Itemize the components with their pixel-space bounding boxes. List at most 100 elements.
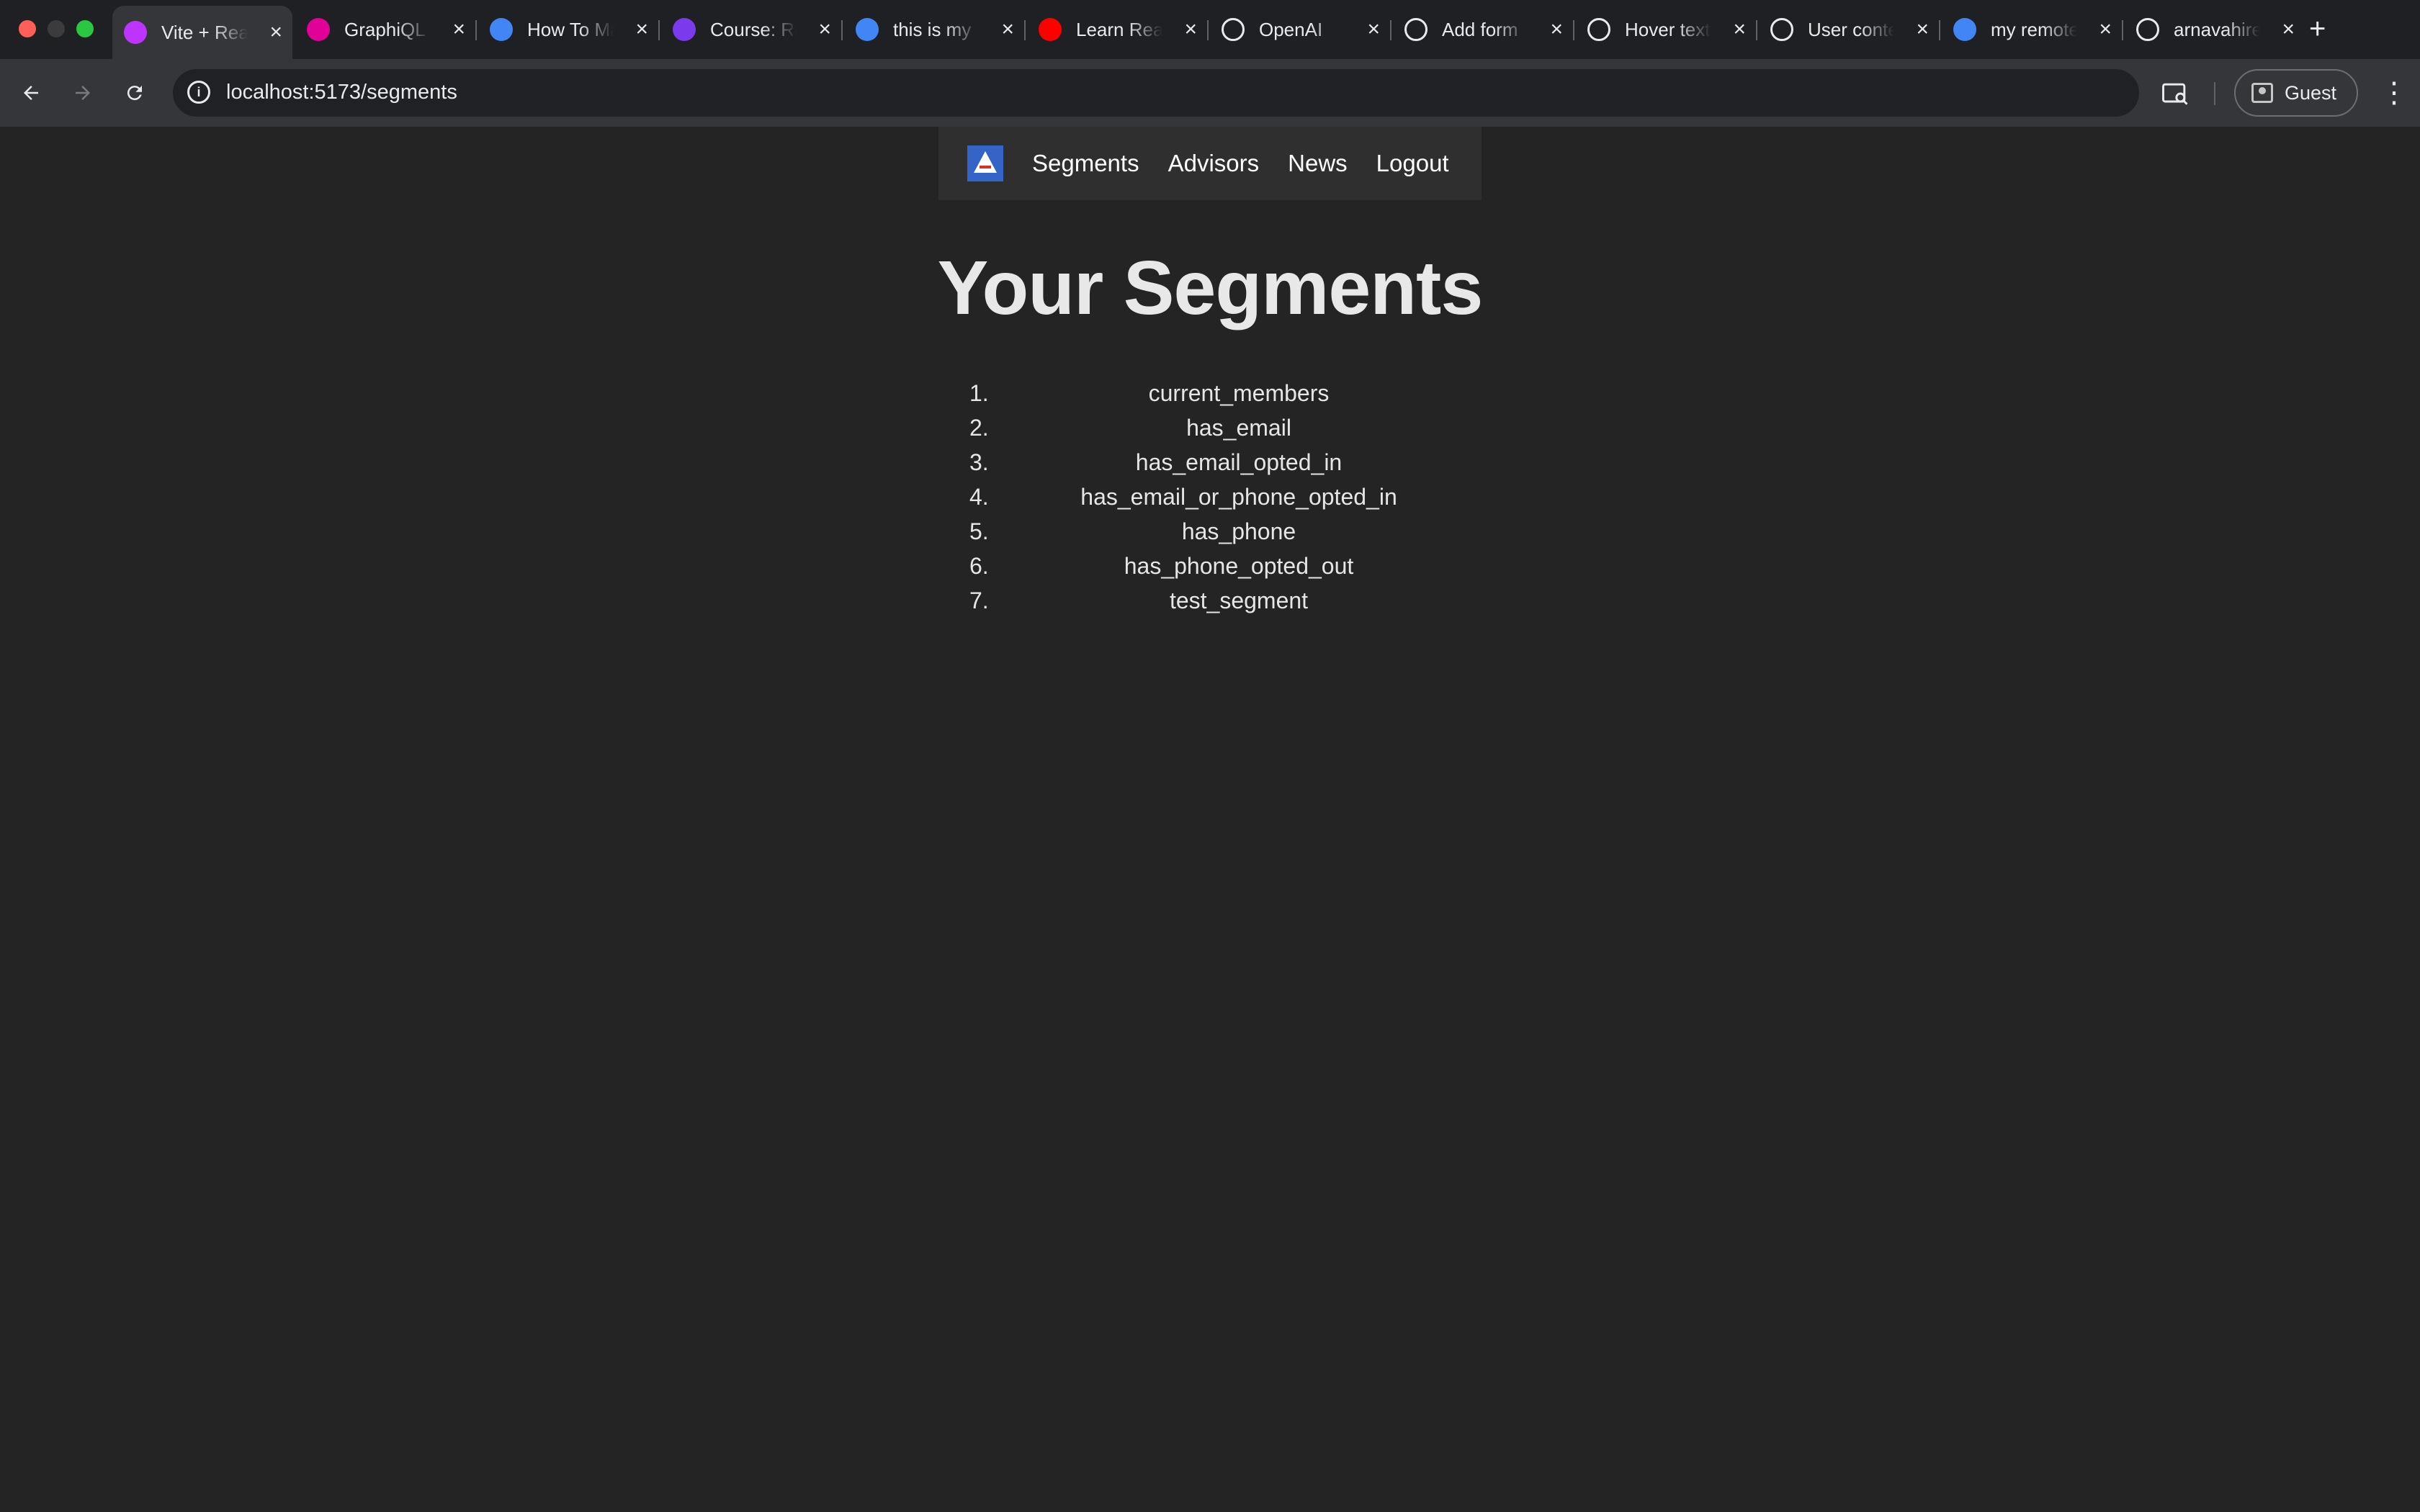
reload-button[interactable]	[117, 75, 153, 111]
site-info-icon[interactable]: i	[187, 81, 210, 104]
tab-separator	[1024, 20, 1026, 40]
list-item-number: 6.	[969, 553, 989, 579]
tab-title: Vite + React	[161, 21, 248, 43]
guest-profile-icon	[2251, 83, 2273, 103]
search-tabs-icon[interactable]	[2159, 78, 2191, 109]
browser-tab[interactable]: Course: React ×	[661, 7, 841, 52]
tab-close-icon[interactable]: ×	[1733, 19, 1746, 40]
tab-separator	[1390, 20, 1392, 40]
list-item-number: 2.	[969, 415, 989, 441]
browser-tab[interactable]: How To Make ×	[478, 7, 658, 52]
google-icon	[1953, 18, 1976, 41]
openai-icon	[1770, 18, 1793, 41]
graphiql-icon	[307, 18, 330, 41]
list-item: 2. has_email	[965, 415, 1512, 449]
tab-close-icon[interactable]: ×	[2282, 19, 2295, 40]
tab-close-icon[interactable]: ×	[452, 19, 465, 40]
tab-title: Learn React	[1076, 18, 1162, 40]
tab-title: my remote	[1991, 18, 2077, 40]
tab-title: User context	[1808, 18, 1894, 40]
tab-title: GraphiQL	[344, 18, 426, 40]
tab-separator	[658, 20, 660, 40]
openai-icon	[1587, 18, 1610, 41]
minimize-window-button[interactable]	[48, 20, 65, 37]
segment-name: has_phone	[1181, 518, 1296, 544]
list-item-number: 1.	[969, 380, 989, 406]
nav-link-news[interactable]: News	[1288, 150, 1348, 177]
list-item: 4. has_email_or_phone_opted_in	[965, 484, 1512, 518]
browser-tab[interactable]: this is my ×	[844, 7, 1024, 52]
tab-title: Course: React	[710, 18, 797, 40]
segment-name: has_email_opted_in	[1135, 449, 1343, 475]
forward-button[interactable]	[65, 75, 101, 111]
segment-name: has_email_or_phone_opted_in	[1080, 484, 1397, 510]
forward-arrow-icon	[76, 86, 90, 100]
browser-tab[interactable]: Hover text ×	[1576, 7, 1756, 52]
vite-icon	[124, 21, 147, 44]
segment-name: has_email	[1186, 415, 1291, 441]
tab-separator	[1939, 20, 1940, 40]
app-navbar: Segments Advisors News Logout	[938, 127, 1482, 200]
tab-separator	[841, 20, 843, 40]
more-menu-icon[interactable]: ⋮	[2380, 75, 2408, 111]
tab-separator	[2122, 20, 2123, 40]
tab-close-icon[interactable]: ×	[1184, 19, 1197, 40]
url-text[interactable]: localhost:5173/segments	[226, 81, 457, 104]
list-item: 1. current_members	[965, 380, 1512, 415]
browser-tab[interactable]: Add form ×	[1393, 7, 1573, 52]
tab-title: Hover text	[1625, 18, 1711, 40]
google-icon	[856, 18, 879, 41]
openai-icon	[1222, 18, 1245, 41]
tab-close-icon[interactable]: ×	[818, 19, 831, 40]
back-arrow-icon	[24, 86, 38, 100]
tab-close-icon[interactable]: ×	[635, 19, 648, 40]
browser-tab[interactable]: arnavahire ×	[2125, 7, 2305, 52]
segment-name: has_phone_opted_out	[1124, 553, 1354, 579]
tab-close-icon[interactable]: ×	[2099, 19, 2112, 40]
list-item-number: 5.	[969, 518, 989, 544]
app-logo[interactable]	[967, 145, 1003, 181]
segment-list: 1. current_members 2. has_email 3. has_email_…	[965, 380, 1512, 622]
tab-title: arnavahire	[2174, 18, 2260, 40]
browser-tab-strip: Vite + React×GraphiQL×How To Make×Course…	[0, 0, 2420, 59]
browser-tab[interactable]: Learn React ×	[1027, 7, 1207, 52]
youtube-icon	[1039, 18, 1062, 41]
search-tabs-glyph	[2162, 83, 2188, 105]
list-item: 5. has_phone	[965, 518, 1512, 553]
browser-tab[interactable]: Vite + React ×	[112, 6, 292, 59]
list-item: 7. test_segment	[965, 588, 1512, 622]
tab-close-icon[interactable]: ×	[1367, 19, 1380, 40]
browser-tab[interactable]: GraphiQL ×	[295, 7, 475, 52]
tab-separator	[475, 20, 477, 40]
browser-tab[interactable]: User context ×	[1759, 7, 1939, 52]
tab-close-icon[interactable]: ×	[1001, 19, 1014, 40]
tab-separator	[1207, 20, 1209, 40]
profile-button[interactable]: Guest	[2234, 69, 2358, 117]
address-bar[interactable]: i localhost:5173/segments	[173, 69, 2139, 117]
segment-name: test_segment	[1169, 588, 1309, 613]
maximize-window-button[interactable]	[76, 20, 94, 37]
list-item: 3. has_email_opted_in	[965, 449, 1512, 484]
list-item-number: 7.	[969, 588, 989, 613]
browser-tab[interactable]: my remote ×	[1942, 7, 2122, 52]
list-item-number: 3.	[969, 449, 989, 475]
profile-label: Guest	[2285, 81, 2337, 104]
tab-close-icon[interactable]: ×	[269, 22, 282, 43]
back-button[interactable]	[13, 75, 49, 111]
browser-tab[interactable]: OpenAI ×	[1210, 7, 1390, 52]
page-title: Your Segments	[937, 246, 1484, 330]
loading-spinner-icon	[490, 18, 513, 41]
tab-close-icon[interactable]: ×	[1550, 19, 1563, 40]
tab-close-icon[interactable]: ×	[1916, 19, 1929, 40]
new-tab-button[interactable]: +	[2309, 13, 2326, 45]
nav-link-segments[interactable]: Segments	[1032, 150, 1139, 177]
nav-link-logout[interactable]: Logout	[1376, 150, 1449, 177]
tab-title: How To Make	[527, 18, 614, 40]
browser-toolbar: i localhost:5173/segments Guest ⋮	[0, 59, 2420, 127]
nav-link-advisors[interactable]: Advisors	[1168, 150, 1260, 177]
github-icon	[2136, 18, 2159, 41]
toolbar-divider	[2214, 82, 2215, 105]
tab-separator	[1573, 20, 1574, 40]
close-window-button[interactable]	[19, 20, 36, 37]
reload-icon	[127, 86, 142, 101]
